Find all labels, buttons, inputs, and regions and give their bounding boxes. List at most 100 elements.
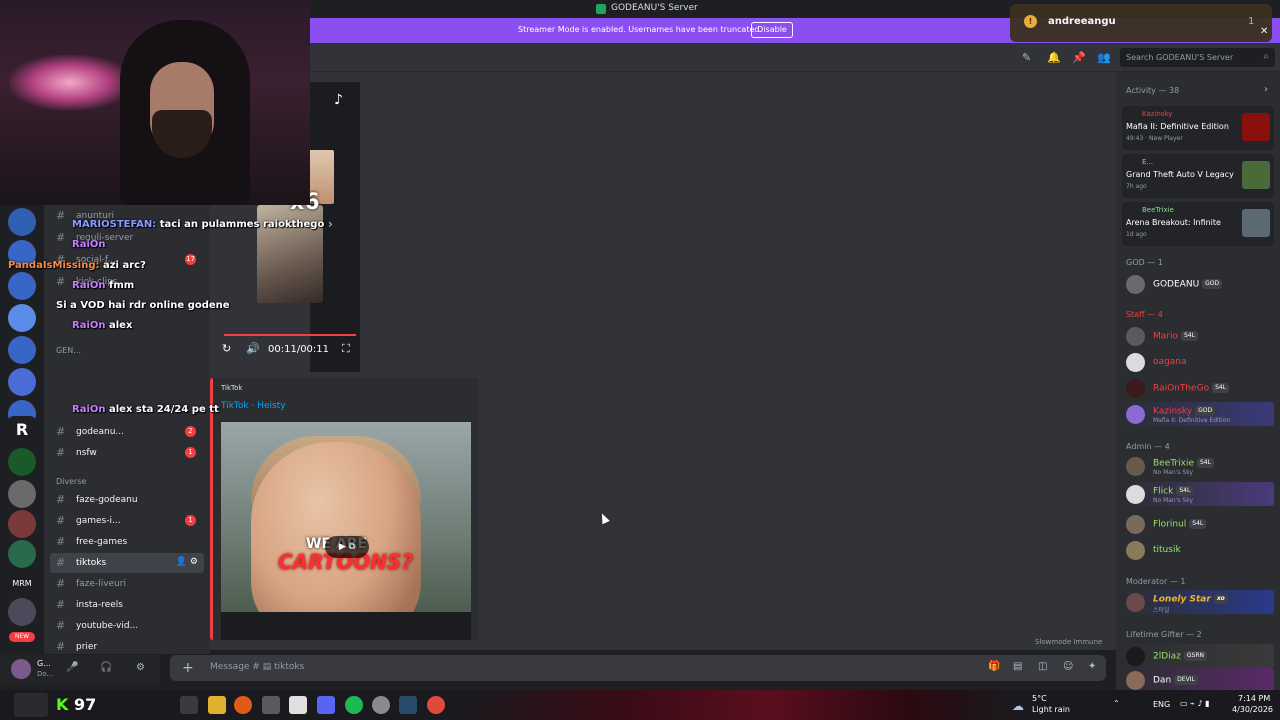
keyboard-language[interactable]: ENG	[1153, 700, 1170, 709]
emoji-icon[interactable]: ☺	[1063, 661, 1073, 672]
volume-icon[interactable]: 🔊	[246, 342, 260, 355]
gear-icon[interactable]: ⚙	[136, 662, 145, 673]
channel-faze-liveuri[interactable]: # faze-liveuri	[50, 574, 204, 594]
tray-expand-icon[interactable]: ⌃	[1113, 699, 1120, 708]
chat-user: RaiOn	[72, 320, 106, 331]
network-volume-icons[interactable]: ▭ ⌁ ♪ ▮	[1180, 699, 1210, 708]
channel-faze-godeanu[interactable]: # faze-godeanu	[50, 490, 204, 510]
chrome-icon[interactable]	[427, 696, 445, 714]
close-icon[interactable]: ✕	[1260, 26, 1268, 37]
channel-priet[interactable]: # prier	[50, 637, 204, 657]
channel-games[interactable]: # games-i... 1	[50, 511, 204, 531]
search-input[interactable]: Search GODEANU'S Server ⌕	[1120, 48, 1275, 67]
message-input[interactable]: Message # ▤ tiktoks	[210, 662, 304, 672]
disable-streamer-mode-button[interactable]: Disable	[751, 22, 793, 38]
server-icon[interactable]	[8, 480, 36, 508]
embed-video-thumbnail[interactable]: WE ARE CARTOONS? ▶ ⧉	[221, 422, 471, 640]
member-item[interactable]: oagana	[1122, 350, 1274, 374]
embed-title-link[interactable]: TikTok · Heisty	[221, 401, 286, 411]
clock-date[interactable]: 4/30/2026	[1232, 705, 1273, 714]
spotify-icon[interactable]	[345, 696, 363, 714]
server-icon[interactable]	[8, 448, 36, 476]
unread-badge: 1	[185, 515, 196, 526]
channel-nsfw[interactable]: # nsfw 1	[50, 443, 204, 463]
server-icon[interactable]	[8, 336, 36, 364]
notification-bell-icon[interactable]: 🔔	[1047, 51, 1061, 64]
threads-icon[interactable]: ✎	[1022, 51, 1031, 64]
role-header-moderator: Moderator — 1	[1126, 577, 1186, 586]
slowmode-indicator: Slowmode Immune	[1035, 638, 1103, 646]
avatar	[1126, 593, 1145, 612]
server-icon[interactable]	[8, 304, 36, 332]
member-item[interactable]: Mario S4L	[1122, 324, 1274, 348]
pin-icon[interactable]: 📌	[1072, 51, 1086, 64]
brave-browser-icon[interactable]	[234, 696, 252, 714]
video-progress-bar[interactable]	[224, 334, 356, 336]
server-icon[interactable]	[8, 598, 36, 626]
next-arrow-icon[interactable]: ›	[328, 217, 333, 231]
member-item[interactable]: RaiOnTheGo S4L	[1122, 376, 1274, 400]
member-name: Florinul S4L	[1153, 519, 1207, 530]
message-composer[interactable]: + Message # ▤ tiktoks 🎁 ▤ ◫ ☺ ✦	[170, 655, 1106, 681]
r-server-icon[interactable]: R	[8, 416, 36, 444]
fullscreen-icon[interactable]: ⛶	[342, 342, 350, 356]
server-icon[interactable]	[8, 368, 36, 396]
channel-tiktoks[interactable]: # tiktoks 👤 ⚙	[50, 553, 204, 573]
mrm-server-icon[interactable]: MRM	[8, 570, 36, 598]
channel-free-games[interactable]: # free-games	[50, 532, 204, 552]
steam-icon[interactable]	[399, 696, 417, 714]
category-general[interactable]: GEN...	[56, 346, 81, 355]
game-art	[1242, 209, 1270, 237]
add-attachment-icon[interactable]: +	[182, 660, 194, 676]
hash-icon: #	[56, 493, 66, 506]
sticker-icon[interactable]: ◫	[1038, 661, 1047, 672]
member-item[interactable]: Lonely Star xo 스타일	[1122, 590, 1274, 614]
server-icon[interactable]	[8, 510, 36, 538]
chat-user: PandaIsMissing:	[8, 260, 100, 271]
member-item[interactable]: Dan DEVIL	[1122, 668, 1274, 692]
server-icon[interactable]	[8, 272, 36, 300]
activity-card[interactable]: Kazinsky Mafia II: Definitive Edition 49…	[1122, 106, 1274, 150]
member-item[interactable]: GODEANU GOD	[1122, 272, 1274, 296]
activity-user: Kazinsky	[1142, 110, 1173, 118]
microphone-icon[interactable]: 🎤	[66, 662, 78, 673]
headphones-icon[interactable]: 🎧	[100, 662, 112, 673]
app-icon[interactable]	[372, 696, 390, 714]
member-item[interactable]: 2lDiaz GSRN	[1122, 644, 1274, 668]
activity-card[interactable]: E... Grand Theft Auto V Legacy 7h ago	[1122, 154, 1274, 198]
store-icon[interactable]	[289, 696, 307, 714]
member-item[interactable]: Kazinsky GOD Mafia II: Definitive Edition	[1122, 402, 1274, 426]
task-view-icon[interactable]	[180, 696, 198, 714]
activity-card[interactable]: BeeTrixie Arena Breakout: Infinite 1d ag…	[1122, 202, 1274, 246]
discord-icon[interactable]	[317, 696, 335, 714]
member-item[interactable]: Flick S4L No Man's Sky	[1122, 482, 1274, 506]
gif-icon[interactable]: ▤	[1013, 661, 1022, 672]
member-item[interactable]: titusik	[1122, 538, 1274, 562]
member-item[interactable]: BeeTrixie S4L No Man's Sky	[1122, 454, 1274, 478]
replay-icon[interactable]: ↻	[222, 342, 231, 355]
avatar[interactable]	[11, 659, 31, 679]
stream-chat-line: RaiOn	[72, 239, 106, 250]
member-name: Dan DEVIL	[1153, 675, 1198, 686]
app-icon[interactable]	[262, 696, 280, 714]
apps-icon[interactable]: ✦	[1088, 661, 1096, 672]
clock-time[interactable]: 7:14 PM	[1238, 694, 1270, 703]
gift-icon[interactable]: 🎁	[988, 661, 1000, 672]
server-icon[interactable]	[8, 208, 36, 236]
channel-godeanu[interactable]: # godeanu... 2	[50, 422, 204, 442]
play-button[interactable]: ▶ ⧉	[325, 536, 369, 558]
kick-icon: K	[56, 695, 69, 714]
member-item[interactable]: Florinul S4L	[1122, 512, 1274, 536]
unread-badge: 1	[185, 447, 196, 458]
server-icon[interactable]	[8, 540, 36, 568]
channel-insta-reels[interactable]: # insta-reels	[50, 595, 204, 615]
file-explorer-icon[interactable]	[208, 696, 226, 714]
chevron-right-icon[interactable]: ›	[1264, 84, 1268, 95]
category-diverse[interactable]: Diverse	[56, 477, 86, 486]
settings-gear-icon[interactable]: 👤 ⚙	[176, 557, 198, 567]
role-header-admin: Admin — 4	[1126, 442, 1170, 451]
member-list-icon[interactable]: 👥	[1097, 51, 1111, 64]
stream-chat-line: RaiOn fmm	[72, 280, 134, 291]
notification-toast[interactable]: ! andreeangu 1 ✕	[1010, 4, 1272, 42]
channel-youtube[interactable]: # youtube-vid...	[50, 616, 204, 636]
